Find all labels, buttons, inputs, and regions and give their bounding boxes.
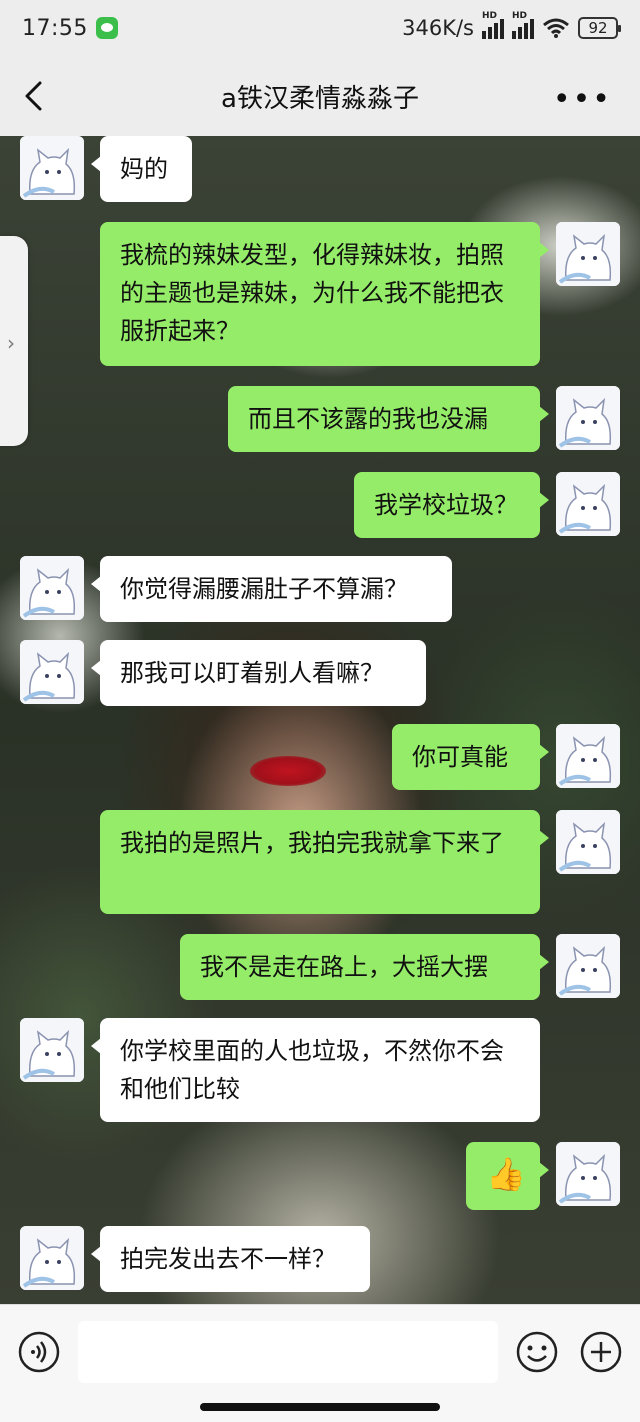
message-text: 你学校里面的人也垃圾，不然你不会和他们比较 bbox=[120, 1037, 504, 1103]
contact-avatar[interactable] bbox=[20, 136, 84, 200]
received-message-bubble[interactable]: 妈的 bbox=[91, 136, 192, 202]
message-text: 我学校垃圾？ bbox=[374, 491, 518, 519]
back-button[interactable] bbox=[20, 80, 48, 112]
sent-message-bubble[interactable]: 我学校垃圾？ bbox=[354, 472, 549, 538]
received-message-bubble[interactable]: 那我可以盯着别人看嘛？ bbox=[91, 640, 426, 706]
my-avatar[interactable] bbox=[556, 934, 620, 998]
contact-avatar[interactable] bbox=[20, 556, 84, 620]
sent-message-bubble[interactable]: 而且不该露的我也没漏 bbox=[228, 386, 549, 452]
message-text: 我梳的辣妹发型，化得辣妹妆，拍照的主题也是辣妹，为什么我不能把衣服折起来？ bbox=[120, 241, 504, 345]
input-bar bbox=[0, 1304, 640, 1422]
battery-indicator: 92 bbox=[578, 17, 621, 39]
my-avatar[interactable] bbox=[556, 810, 620, 874]
contact-avatar[interactable] bbox=[20, 1018, 84, 1082]
thumbs-up-icon: 👍 bbox=[486, 1155, 526, 1193]
signal-icon: HD bbox=[482, 11, 504, 39]
sent-message-bubble[interactable]: 你可真能 bbox=[392, 724, 549, 790]
more-options-button[interactable]: ••• bbox=[553, 82, 612, 117]
my-avatar[interactable] bbox=[556, 1142, 620, 1206]
received-message-bubble[interactable]: 你学校里面的人也垃圾，不然你不会和他们比较 bbox=[91, 1018, 540, 1122]
network-speed: 346K/s bbox=[402, 16, 474, 40]
contact-avatar[interactable] bbox=[20, 640, 84, 704]
hd-badge-2: HD bbox=[512, 11, 528, 21]
message-input[interactable] bbox=[78, 1321, 498, 1383]
wifi-icon bbox=[543, 18, 569, 38]
side-drawer-handle[interactable]: › bbox=[0, 236, 28, 446]
my-avatar[interactable] bbox=[556, 724, 620, 788]
home-indicator[interactable] bbox=[200, 1403, 440, 1411]
chat-message-list[interactable]: › 妈的 我梳的辣妹发型，化得辣妹妆，拍照的主题也是辣妹，为什么我不能把衣服折起… bbox=[0, 136, 640, 1304]
chat-title: a铁汉柔情淼淼子 bbox=[221, 83, 419, 114]
sent-message-bubble[interactable]: 我不是走在路上，大摇大摆 bbox=[180, 934, 549, 1000]
my-avatar[interactable] bbox=[556, 472, 620, 536]
message-text: 那我可以盯着别人看嘛？ bbox=[120, 659, 384, 687]
status-indicators: 346K/s HD HD 92 bbox=[402, 11, 621, 40]
message-text: 你觉得漏腰漏肚子不算漏？ bbox=[120, 575, 408, 603]
background-photo-detail bbox=[250, 756, 326, 786]
signal-icon-2: HD bbox=[512, 11, 534, 39]
plus-button[interactable] bbox=[580, 1331, 622, 1373]
hd-badge: HD bbox=[482, 11, 498, 21]
message-text: 你可真能 bbox=[412, 743, 508, 771]
my-avatar[interactable] bbox=[556, 386, 620, 450]
sent-message-bubble[interactable]: 我梳的辣妹发型，化得辣妹妆，拍照的主题也是辣妹，为什么我不能把衣服折起来？ bbox=[100, 222, 549, 366]
voice-button[interactable] bbox=[18, 1331, 60, 1373]
chevron-right-icon: › bbox=[7, 331, 15, 355]
contact-avatar[interactable] bbox=[20, 1226, 84, 1290]
my-avatar[interactable] bbox=[556, 222, 620, 286]
message-text: 我不是走在路上，大摇大摆 bbox=[200, 953, 488, 981]
sent-message-bubble[interactable]: 我拍的是照片，我拍完我就拿下来了 bbox=[100, 810, 549, 914]
wechat-notification-icon bbox=[95, 17, 118, 39]
message-text: 拍完发出去不一样？ bbox=[120, 1245, 336, 1273]
message-text: 我拍的是照片，我拍完我就拿下来了 bbox=[120, 829, 504, 857]
status-bar: 17:55 346K/s HD HD 92 bbox=[0, 0, 640, 56]
sent-message-bubble[interactable]: 👍 bbox=[466, 1142, 549, 1210]
chat-header: a铁汉柔情淼淼子 ••• bbox=[0, 56, 640, 136]
received-message-bubble[interactable]: 你觉得漏腰漏肚子不算漏？ bbox=[91, 556, 452, 622]
received-message-bubble[interactable]: 拍完发出去不一样？ bbox=[91, 1226, 370, 1292]
emoji-button[interactable] bbox=[516, 1331, 558, 1373]
message-text: 而且不该露的我也没漏 bbox=[248, 405, 488, 433]
message-text: 妈的 bbox=[120, 155, 168, 183]
status-time: 17:55 bbox=[22, 15, 88, 41]
